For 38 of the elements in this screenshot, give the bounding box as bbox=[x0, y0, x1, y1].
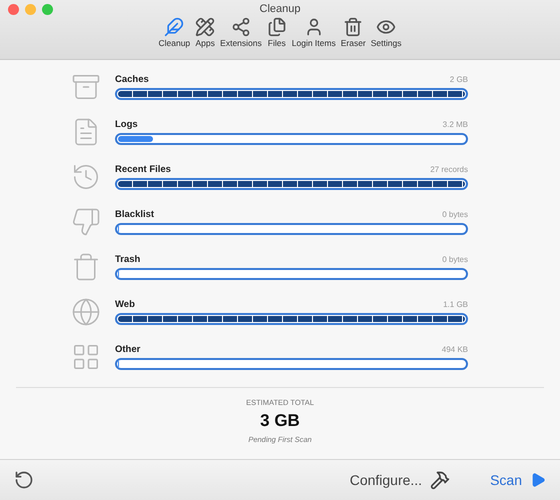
category-size: 0 bytes bbox=[442, 210, 468, 218]
category-name: Other bbox=[115, 344, 140, 354]
files-icon bbox=[266, 17, 287, 37]
category-name: Recent Files bbox=[115, 164, 171, 174]
trash-can-icon bbox=[71, 252, 101, 282]
trash-icon bbox=[343, 17, 364, 37]
window-title: Cleanup bbox=[260, 3, 300, 15]
globe-icon bbox=[71, 296, 101, 326]
pencil-ruler-icon bbox=[195, 17, 216, 37]
category-name: Web bbox=[115, 298, 135, 310]
category-size: 1.1 GB bbox=[443, 300, 468, 308]
category-size: 494 KB bbox=[442, 344, 468, 354]
category-size: 2 GB bbox=[450, 74, 468, 84]
category-name: Caches bbox=[115, 74, 149, 84]
play-icon[interactable] bbox=[530, 472, 546, 488]
category-size: 0 bytes bbox=[442, 254, 468, 264]
share-icon bbox=[230, 17, 251, 37]
toolbar-tab[interactable]: Files bbox=[266, 17, 287, 48]
total-value: 3 GB bbox=[260, 411, 300, 431]
category-name: Logs bbox=[115, 118, 138, 130]
category-name: Blacklist bbox=[115, 208, 154, 220]
close-button[interactable] bbox=[8, 4, 19, 15]
toolbar-tab[interactable]: Cleanup bbox=[158, 17, 190, 48]
thumbs-down-icon bbox=[71, 206, 101, 236]
refresh-button[interactable] bbox=[14, 470, 34, 490]
category-size: 27 records bbox=[430, 164, 468, 174]
toolbar-tab[interactable]: Extensions bbox=[220, 17, 262, 48]
category-size: 3.2 MB bbox=[442, 120, 468, 128]
category-name: Trash bbox=[115, 254, 140, 264]
feather-icon bbox=[164, 17, 184, 37]
toolbar-tab[interactable]: Apps bbox=[195, 17, 216, 48]
configure-button[interactable]: Configure... bbox=[350, 472, 422, 488]
zoom-button[interactable] bbox=[42, 4, 53, 15]
hammer-icon[interactable] bbox=[430, 470, 450, 490]
toolbar-tab[interactable]: Settings bbox=[370, 17, 402, 48]
toolbar-tab[interactable]: Eraser bbox=[340, 17, 366, 48]
toolbar-tab[interactable]: Login Items bbox=[292, 17, 336, 48]
scan-button[interactable]: Scan bbox=[490, 472, 522, 488]
